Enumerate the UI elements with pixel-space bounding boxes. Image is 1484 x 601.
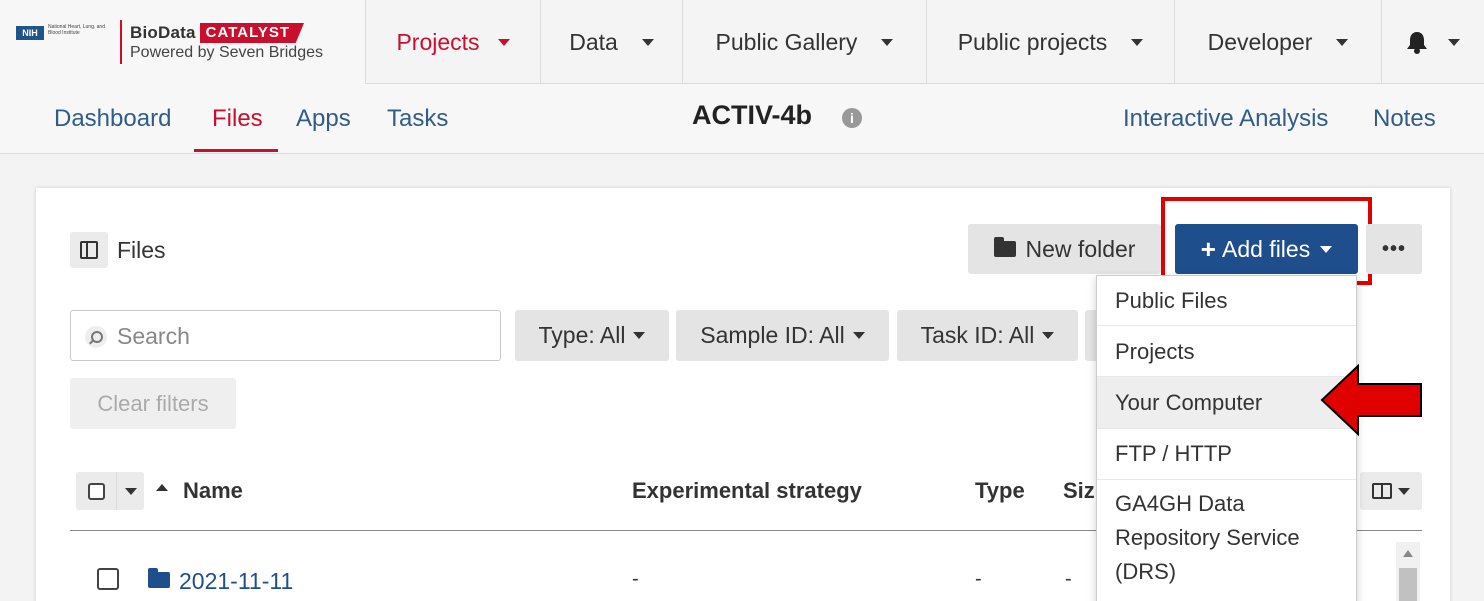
- nav-public-gallery[interactable]: Public Gallery: [683, 0, 927, 84]
- nih-institute-text: National Heart, Lung, and Blood Institut…: [48, 24, 105, 36]
- column-settings-button[interactable]: [1360, 472, 1422, 510]
- tab-apps[interactable]: Apps: [296, 84, 351, 154]
- columns-icon: [1372, 483, 1392, 499]
- nav-public-gallery-label: Public Gallery: [715, 28, 858, 55]
- menu-item-ftp-http[interactable]: FTP / HTTP: [1097, 429, 1356, 480]
- nav-public-projects[interactable]: Public projects: [927, 0, 1175, 84]
- nav-data-label: Data: [569, 28, 618, 55]
- folder-icon: [148, 568, 170, 588]
- chevron-down-icon: [633, 332, 646, 339]
- brand-catalyst: CATALYST: [199, 23, 305, 43]
- chevron-down-icon: [852, 332, 865, 339]
- filter-type[interactable]: Type: All: [515, 310, 669, 361]
- search-icon: [85, 326, 107, 348]
- search-input[interactable]: [117, 319, 487, 353]
- nav-public-projects-label: Public projects: [957, 28, 1108, 55]
- chevron-down-icon: [1131, 38, 1144, 46]
- project-title: ACTIV-4b: [692, 100, 813, 130]
- filter-sample-id-label: Sample ID: All: [700, 322, 845, 348]
- brand-logo[interactable]: NIH National Heart, Lung, and Blood Inst…: [0, 0, 366, 84]
- annotation-arrow-icon: [1320, 364, 1422, 436]
- tab-files[interactable]: Files: [212, 84, 263, 154]
- brand-biodata: BioData: [130, 23, 196, 42]
- link-notes[interactable]: Notes: [1373, 84, 1436, 154]
- checkbox-icon: [87, 482, 105, 500]
- filter-task-id-label: Task ID: All: [920, 322, 1035, 348]
- nav-projects[interactable]: Projects: [366, 0, 541, 84]
- row-folder-name[interactable]: 2021-11-11: [179, 568, 293, 595]
- info-icon[interactable]: i: [842, 108, 862, 128]
- row-size: -: [1065, 568, 1072, 590]
- nih-logo-badge: NIH: [16, 26, 44, 40]
- nav-developer-label: Developer: [1207, 28, 1313, 55]
- tab-tasks[interactable]: Tasks: [387, 84, 448, 154]
- new-folder-label: New folder: [1025, 235, 1136, 262]
- menu-item-ga4gh-drs[interactable]: GA4GH Data Repository Service (DRS): [1097, 481, 1329, 601]
- bell-icon: [1407, 32, 1427, 54]
- row-type: -: [975, 568, 982, 590]
- menu-item-projects[interactable]: Projects: [1097, 327, 1356, 377]
- select-options-dropdown[interactable]: [116, 472, 144, 510]
- files-panel-title: Files: [117, 237, 166, 263]
- brand-powered-by: Powered by Seven Bridges: [130, 44, 323, 61]
- chevron-down-icon: [1448, 38, 1460, 46]
- chevron-down-icon: [881, 38, 894, 46]
- chevron-down-icon: [1398, 487, 1410, 495]
- column-header-name[interactable]: Name: [183, 478, 243, 504]
- chevron-down-icon: [1336, 38, 1349, 46]
- chevron-down-icon: [1042, 332, 1055, 339]
- top-navigation-bar: NIH National Heart, Lung, and Blood Inst…: [0, 0, 1484, 84]
- sort-ascending-icon[interactable]: [156, 484, 168, 491]
- link-interactive-analysis[interactable]: Interactive Analysis: [1123, 84, 1328, 154]
- add-files-dropdown-menu: Public Files Projects Your Computer FTP …: [1096, 275, 1357, 601]
- select-all-checkbox[interactable]: [76, 472, 116, 510]
- scroll-up-arrow-icon[interactable]: [1403, 550, 1413, 557]
- brand-wordmark: BioData CATALYST: [130, 22, 305, 44]
- tab-dashboard[interactable]: Dashboard: [54, 84, 171, 154]
- new-folder-button[interactable]: New folder: [968, 224, 1161, 274]
- folder-icon: [993, 237, 1016, 257]
- filter-sample-id[interactable]: Sample ID: All: [676, 310, 889, 361]
- filter-type-label: Type: All: [538, 322, 626, 348]
- nav-data[interactable]: Data: [541, 0, 683, 84]
- filter-task-id[interactable]: Task ID: All: [897, 310, 1078, 361]
- clear-filters-button[interactable]: Clear filters: [70, 378, 236, 429]
- active-tab-indicator: [194, 149, 278, 152]
- menu-item-public-files[interactable]: Public Files: [1097, 276, 1356, 326]
- column-header-experimental-strategy[interactable]: Experimental strategy: [632, 478, 862, 504]
- row-experimental-strategy: -: [632, 568, 639, 590]
- notifications-menu[interactable]: [1382, 0, 1484, 84]
- column-header-type[interactable]: Type: [975, 478, 1025, 504]
- sidebar-toggle-button[interactable]: [70, 232, 108, 268]
- chevron-down-icon: [641, 38, 654, 46]
- table-row[interactable]: [97, 568, 119, 590]
- nav-developer[interactable]: Developer: [1175, 0, 1382, 84]
- chevron-down-icon: [497, 38, 510, 46]
- column-header-size[interactable]: Siz: [1063, 478, 1095, 504]
- scrollbar-thumb[interactable]: [1399, 568, 1417, 601]
- brand-divider: [120, 20, 122, 64]
- menu-item-your-computer[interactable]: Your Computer: [1097, 377, 1356, 429]
- nav-projects-label: Projects: [396, 28, 480, 55]
- sidebar-panel-icon: [80, 241, 98, 259]
- chevron-down-icon: [124, 487, 137, 495]
- row-checkbox[interactable]: [97, 568, 119, 590]
- annotation-highlight-box: [1161, 197, 1372, 285]
- search-field[interactable]: [70, 310, 501, 361]
- more-actions-button[interactable]: •••: [1366, 224, 1422, 274]
